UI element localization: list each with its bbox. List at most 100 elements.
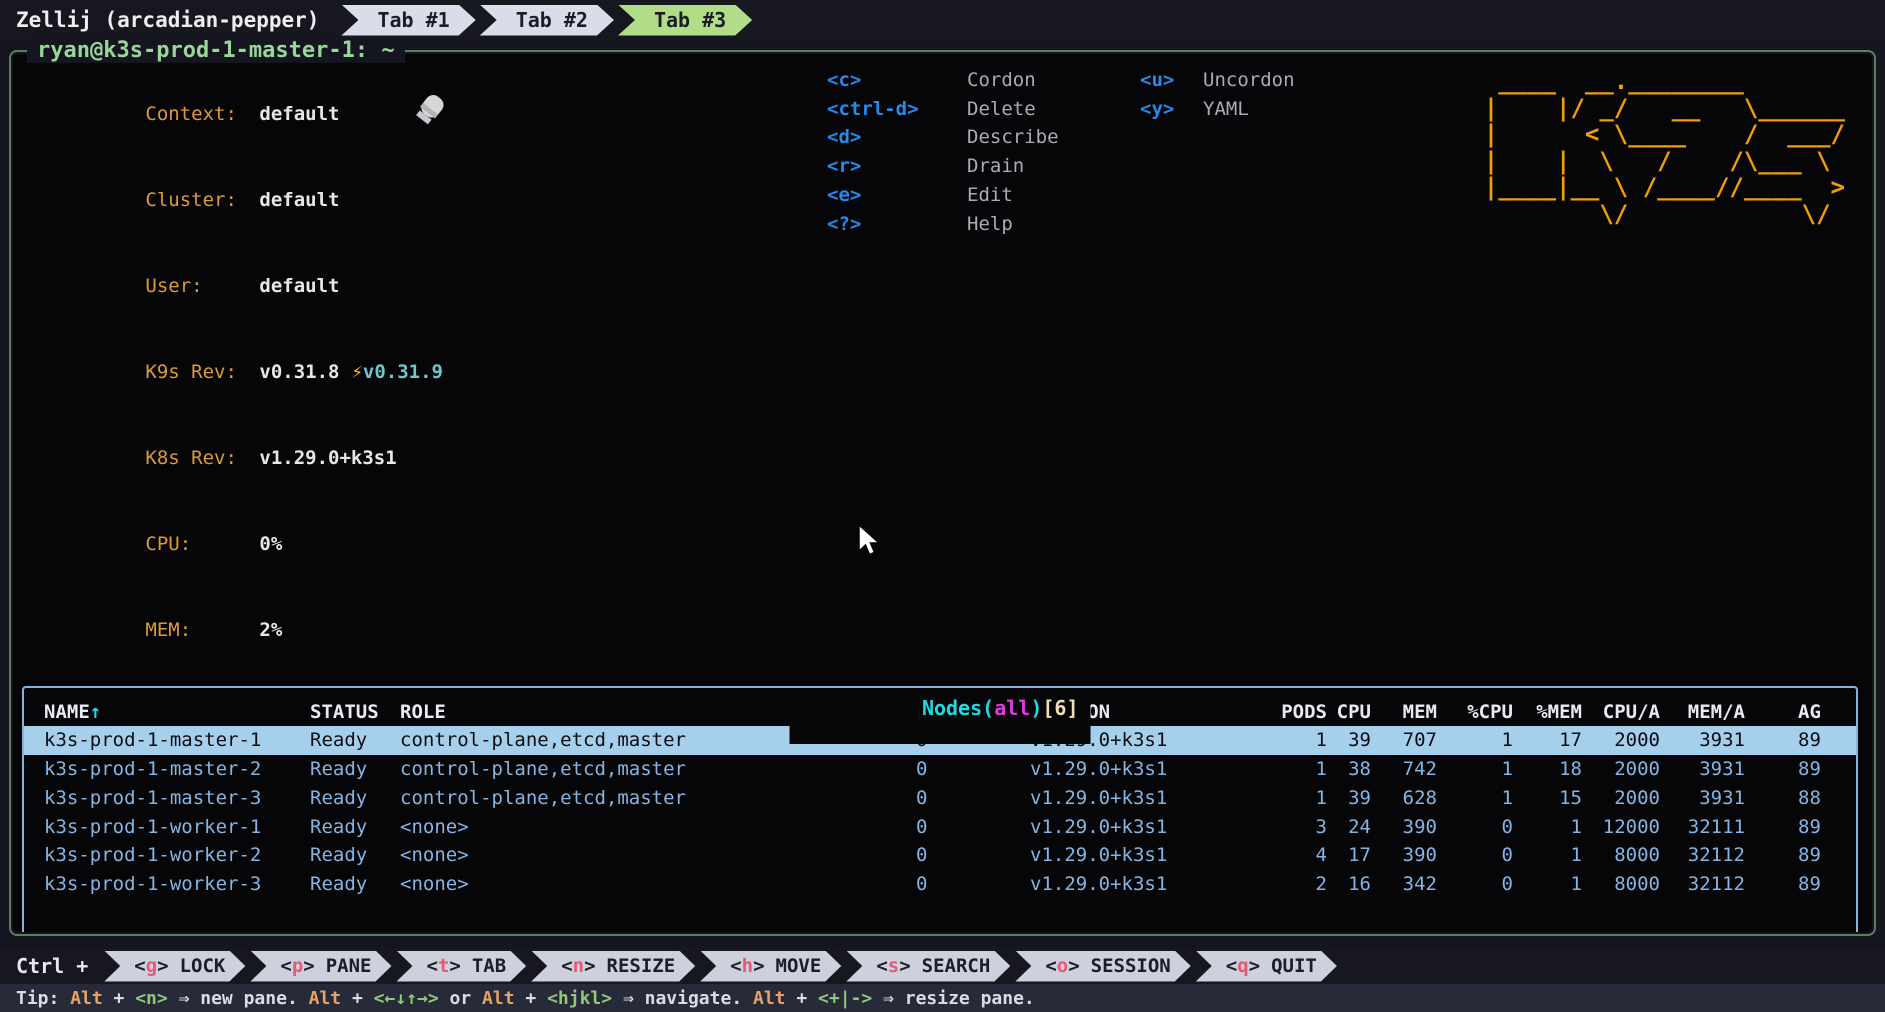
tab-label: Tab #1 bbox=[377, 8, 449, 32]
context-cone-icon bbox=[413, 95, 453, 127]
cell-status: Ready bbox=[310, 726, 400, 755]
cell-cpu: 39 bbox=[1327, 726, 1371, 755]
keybar-search[interactable]: <s>SEARCH bbox=[846, 951, 1010, 982]
angle-open: < bbox=[876, 955, 887, 977]
info-value: default bbox=[259, 103, 339, 125]
title-count: [6] bbox=[1042, 696, 1078, 720]
logo-line: | < \____ / ___/ bbox=[1484, 121, 1845, 148]
keybar-label: QUIT bbox=[1271, 955, 1317, 977]
hotkey-label: Cordon bbox=[967, 69, 1036, 91]
keybar-tab[interactable]: <t>TAB bbox=[397, 951, 527, 982]
hotkey-key: <c> bbox=[827, 66, 967, 95]
keybar-label: SEARCH bbox=[922, 955, 991, 977]
hotkey-label: Help bbox=[967, 213, 1013, 235]
tip-text: Tip: bbox=[16, 988, 70, 1009]
tip-text: <hjkl> bbox=[547, 988, 612, 1009]
keybar-label: SESSION bbox=[1091, 955, 1171, 977]
info-cpu: CPU:0% bbox=[31, 502, 1872, 588]
cell-pcpu: 0 bbox=[1437, 870, 1513, 899]
angle-close: > bbox=[303, 955, 314, 977]
info-mem: MEM:2% bbox=[31, 588, 1872, 674]
cell-pmem: 15 bbox=[1513, 784, 1582, 813]
tab-1[interactable]: Tab #1 bbox=[341, 5, 475, 36]
info-label: K8s Rev: bbox=[145, 444, 259, 473]
table-row[interactable]: k3s-prod-1-worker-1 Ready <none> 0 v1.29… bbox=[24, 813, 1856, 842]
col-header-mema[interactable]: MEM/A bbox=[1660, 698, 1745, 727]
cell-taints: 0 bbox=[916, 841, 1030, 870]
sort-arrow-icon: ↑ bbox=[90, 701, 101, 723]
tip-text: Alt bbox=[70, 988, 103, 1009]
table-row[interactable]: k3s-prod-1-master-3 Ready control-plane,… bbox=[24, 784, 1856, 813]
cell-age: 89 bbox=[1745, 841, 1856, 870]
keybar-session[interactable]: <o>SESSION bbox=[1015, 951, 1190, 982]
cell-mem: 390 bbox=[1371, 813, 1437, 842]
hotkey-label: Edit bbox=[967, 184, 1013, 206]
cell-version: v1.29.0+k3s1 bbox=[1030, 841, 1230, 870]
cell-role: control-plane,etcd,master bbox=[400, 755, 916, 784]
cell-age: 89 bbox=[1745, 726, 1856, 755]
cell-cpu: 17 bbox=[1327, 841, 1371, 870]
keybar-pane[interactable]: <p>PANE bbox=[250, 951, 391, 982]
cell-pmem: 17 bbox=[1513, 726, 1582, 755]
key-letter: n bbox=[573, 955, 584, 977]
key-letter: p bbox=[292, 955, 303, 977]
cell-taints: 0 bbox=[916, 784, 1030, 813]
keybar-resize[interactable]: <n>RESIZE bbox=[531, 951, 695, 982]
cell-pods: 1 bbox=[1230, 726, 1327, 755]
angle-close: > bbox=[584, 955, 595, 977]
angle-close: > bbox=[1068, 955, 1079, 977]
key-letter: q bbox=[1237, 955, 1248, 977]
cell-role: <none> bbox=[400, 813, 916, 842]
key-letter: t bbox=[438, 955, 449, 977]
col-header-pcpu[interactable]: %CPU bbox=[1437, 698, 1513, 727]
hotkey-key: <d> bbox=[827, 123, 967, 152]
upgrade-bolt-icon: ⚡ bbox=[351, 361, 362, 383]
hotkey-describe: <d>Describe bbox=[827, 123, 1059, 152]
cell-mema: 32111 bbox=[1660, 813, 1745, 842]
table-row[interactable]: k3s-prod-1-master-2 Ready control-plane,… bbox=[24, 755, 1856, 784]
keybar-lock[interactable]: <g>LOCK bbox=[104, 951, 245, 982]
col-header-cpua[interactable]: CPU/A bbox=[1582, 698, 1660, 727]
tab-3-active[interactable]: Tab #3 bbox=[618, 5, 752, 36]
tab-2[interactable]: Tab #2 bbox=[480, 5, 614, 36]
cell-name: k3s-prod-1-master-3 bbox=[44, 784, 310, 813]
cell-name: k3s-prod-1-worker-2 bbox=[44, 841, 310, 870]
cell-mema: 32112 bbox=[1660, 841, 1745, 870]
cell-cpua: 12000 bbox=[1582, 813, 1660, 842]
cell-role: control-plane,etcd,master bbox=[400, 784, 916, 813]
col-header-status[interactable]: STATUS bbox=[310, 698, 400, 727]
tip-text: + bbox=[103, 988, 136, 1009]
col-header-age[interactable]: AG bbox=[1745, 698, 1856, 727]
cell-mem: 742 bbox=[1371, 755, 1437, 784]
cell-mema: 3931 bbox=[1660, 784, 1745, 813]
cell-name: k3s-prod-1-worker-3 bbox=[44, 870, 310, 899]
info-value: 2% bbox=[259, 619, 282, 641]
cell-age: 89 bbox=[1745, 755, 1856, 784]
title-resource: Nodes( bbox=[922, 696, 994, 720]
table-row[interactable]: k3s-prod-1-worker-2 Ready <none> 0 v1.29… bbox=[24, 841, 1856, 870]
tip-text: Alt bbox=[309, 988, 342, 1009]
info-label: Cluster: bbox=[145, 186, 259, 215]
cell-status: Ready bbox=[310, 755, 400, 784]
cell-pmem: 1 bbox=[1513, 841, 1582, 870]
info-value: 0% bbox=[259, 533, 282, 555]
angle-open: < bbox=[427, 955, 438, 977]
keybar-label: LOCK bbox=[180, 955, 226, 977]
keybar-label: TAB bbox=[472, 955, 506, 977]
col-header-pods[interactable]: PODS bbox=[1230, 698, 1327, 727]
keybar-move[interactable]: <h>MOVE bbox=[700, 951, 841, 982]
col-header-cpu[interactable]: CPU bbox=[1327, 698, 1371, 727]
col-header-pmem[interactable]: %MEM bbox=[1513, 698, 1582, 727]
table-row[interactable]: k3s-prod-1-worker-3 Ready <none> 0 v1.29… bbox=[24, 870, 1856, 899]
cell-taints: 0 bbox=[916, 813, 1030, 842]
hotkey-key: <r> bbox=[827, 152, 967, 181]
col-header-name[interactable]: NAME↑ bbox=[44, 698, 310, 727]
col-header-mem[interactable]: MEM bbox=[1371, 698, 1437, 727]
cell-status: Ready bbox=[310, 841, 400, 870]
tip-text: ⇒ navigate. bbox=[612, 988, 753, 1009]
hotkey-delete: <ctrl-d>Delete bbox=[827, 95, 1059, 124]
cell-version: v1.29.0+k3s1 bbox=[1030, 784, 1230, 813]
screen: Zellij (arcadian-pepper) Tab #1 Tab #2 T… bbox=[0, 0, 1885, 1012]
info-label: User: bbox=[145, 272, 259, 301]
keybar-quit[interactable]: <q>QUIT bbox=[1196, 951, 1337, 982]
